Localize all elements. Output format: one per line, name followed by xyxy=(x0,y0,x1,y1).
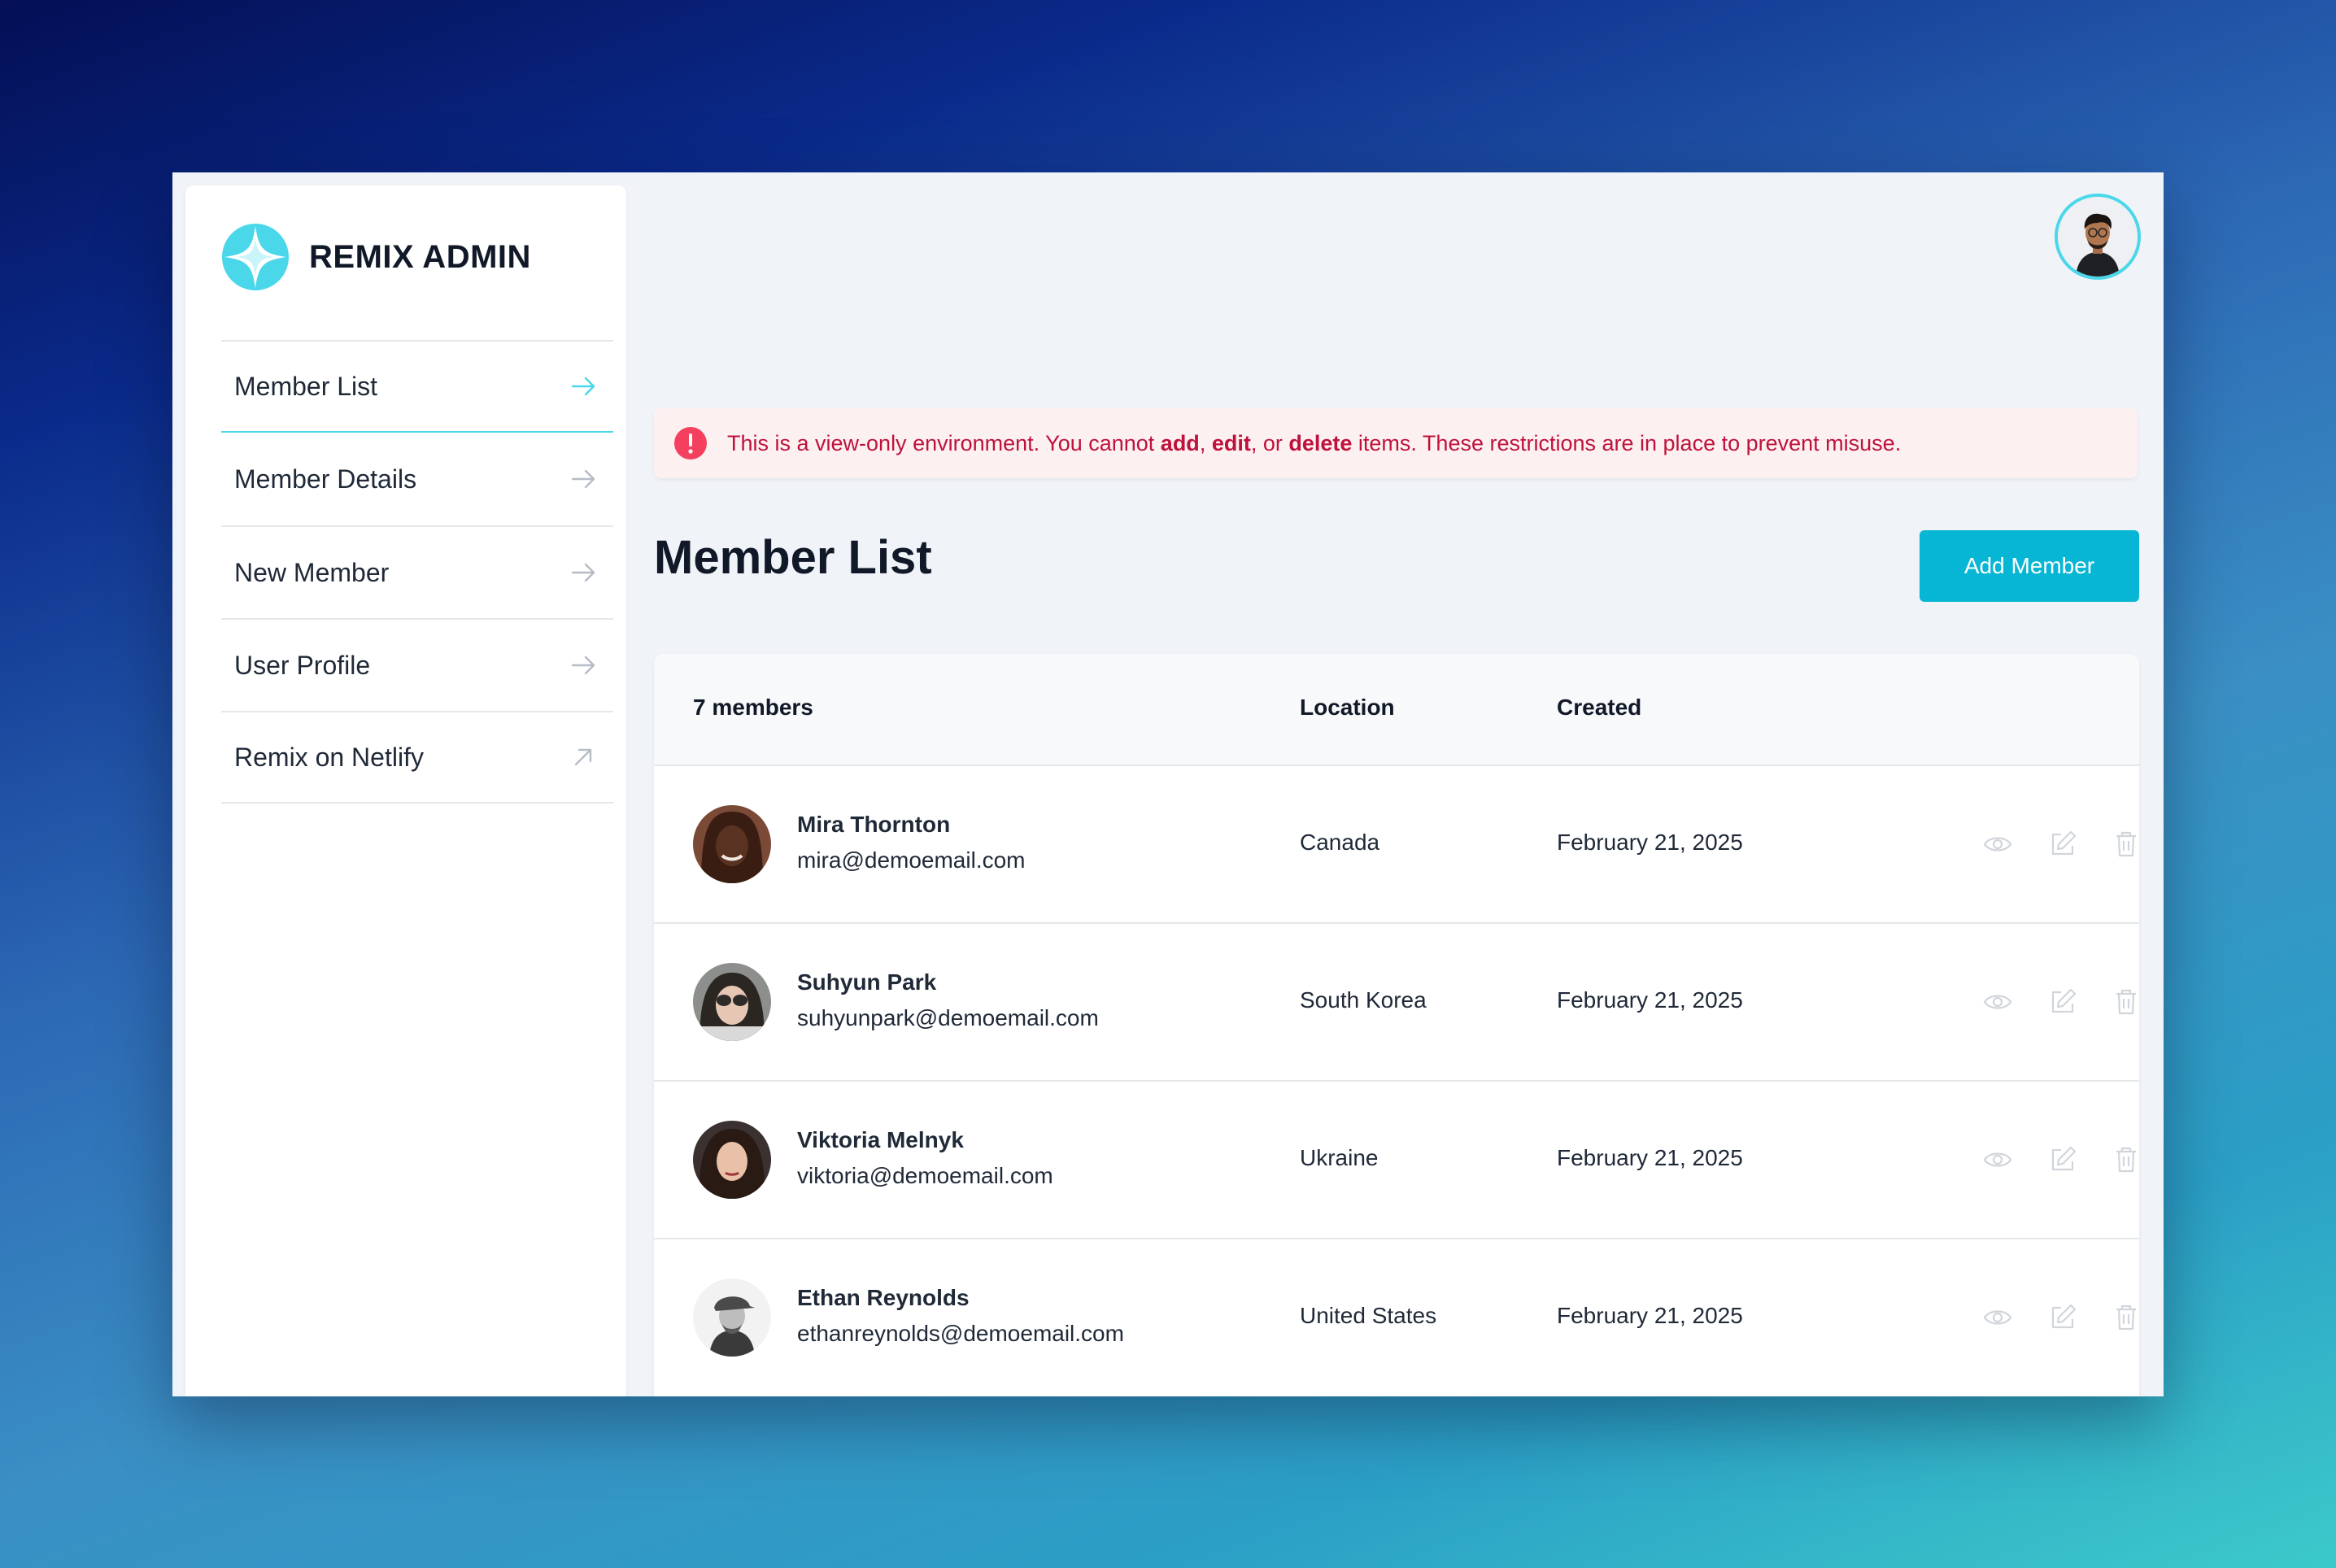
member-avatar xyxy=(693,1278,771,1357)
member-photo xyxy=(693,963,771,1041)
alert-keyword-delete: delete xyxy=(1288,430,1353,455)
alert-text-suffix: items. These restrictions are in place t… xyxy=(1352,430,1902,455)
member-photo xyxy=(693,1121,771,1199)
sidebar-item-member-list[interactable]: Member List xyxy=(221,340,613,433)
remix-logo-icon xyxy=(222,224,289,290)
view-only-alert: This is a view-only environment. You can… xyxy=(654,408,2138,478)
member-created-date: February 21, 2025 xyxy=(1557,1145,1743,1170)
delete-trash-icon[interactable] xyxy=(2110,986,2139,1018)
member-email: viktoria@demoemail.com xyxy=(797,1163,1053,1188)
view-eye-icon[interactable] xyxy=(1981,1301,2014,1334)
member-name: Ethan Reynolds xyxy=(797,1285,970,1310)
sidebar-item-member-details[interactable]: Member Details xyxy=(221,433,613,525)
sidebar-item-user-profile[interactable]: User Profile xyxy=(221,618,613,711)
member-photo xyxy=(693,1278,771,1357)
arrow-right-icon xyxy=(571,469,595,489)
alert-keyword-add: add xyxy=(1160,430,1200,455)
sidebar-item-new-member[interactable]: New Member xyxy=(221,525,613,618)
sidebar-item-label: Remix on Netlify xyxy=(234,742,424,772)
created-column-header: Created xyxy=(1557,695,1642,720)
member-created-date: February 21, 2025 xyxy=(1557,830,1743,855)
member-avatar xyxy=(693,1121,771,1199)
sidebar-item-label: User Profile xyxy=(234,650,371,680)
location-column-header: Location xyxy=(1300,695,1395,720)
sidebar-nav: Member List Member Details New Member Us… xyxy=(221,340,613,804)
alert-separator: , or xyxy=(1250,430,1289,455)
table-row[interactable]: Suhyun Park suhyunpark@demoemail.com Sou… xyxy=(654,922,2139,1080)
view-eye-icon[interactable] xyxy=(1981,828,2014,860)
member-location: South Korea xyxy=(1300,987,1427,1013)
member-name: Mira Thornton xyxy=(797,812,951,837)
sidebar: REMIX ADMIN Member List Member Details N… xyxy=(185,185,626,1396)
member-photo xyxy=(693,805,771,883)
delete-trash-icon[interactable] xyxy=(2110,1143,2139,1176)
sidebar-item-label: Member Details xyxy=(234,464,417,494)
member-email: suhyunpark@demoemail.com xyxy=(797,1005,1099,1030)
member-name: Viktoria Melnyk xyxy=(797,1127,964,1152)
table-row[interactable]: Ethan Reynolds ethanreynolds@demoemail.c… xyxy=(654,1238,2139,1396)
member-created-date: February 21, 2025 xyxy=(1557,987,1743,1013)
sidebar-item-label: New Member xyxy=(234,557,390,587)
table-row[interactable]: Viktoria Melnyk viktoria@demoemail.com U… xyxy=(654,1080,2139,1238)
alert-separator: , xyxy=(1199,430,1212,455)
edit-pencil-icon[interactable] xyxy=(2046,986,2079,1018)
exclamation-circle-icon xyxy=(674,427,707,460)
alert-keyword-edit: edit xyxy=(1211,430,1251,455)
arrow-right-icon xyxy=(571,563,595,582)
user-avatar[interactable] xyxy=(2055,194,2141,280)
edit-pencil-icon[interactable] xyxy=(2046,1301,2079,1334)
brand[interactable]: REMIX ADMIN xyxy=(221,223,531,291)
alert-message: This is a view-only environment. You can… xyxy=(727,431,1901,456)
sidebar-item-remix-on-netlify[interactable]: Remix on Netlify xyxy=(221,711,613,804)
member-count-header: 7 members xyxy=(693,695,813,720)
arrow-right-icon xyxy=(571,656,595,675)
member-location: United States xyxy=(1300,1303,1437,1328)
table-row[interactable]: Mira Thornton mira@demoemail.com Canada … xyxy=(654,764,2139,922)
arrow-right-icon xyxy=(571,377,595,396)
alert-text-prefix: This is a view-only environment. You can… xyxy=(727,430,1161,455)
view-eye-icon[interactable] xyxy=(1981,986,2014,1018)
edit-pencil-icon[interactable] xyxy=(2046,1143,2079,1176)
member-name: Suhyun Park xyxy=(797,969,937,995)
delete-trash-icon[interactable] xyxy=(2110,828,2139,860)
member-created-date: February 21, 2025 xyxy=(1557,1303,1743,1328)
sidebar-item-label: Member List xyxy=(234,371,378,401)
delete-trash-icon[interactable] xyxy=(2110,1301,2139,1334)
external-link-icon xyxy=(574,748,592,766)
member-location: Ukraine xyxy=(1300,1145,1379,1170)
edit-pencil-icon[interactable] xyxy=(2046,828,2079,860)
brand-name: REMIX ADMIN xyxy=(309,238,531,275)
member-avatar xyxy=(693,805,771,883)
table-header: 7 members Location Created xyxy=(654,654,2139,764)
member-table: 7 members Location Created Mira Thornton… xyxy=(654,654,2139,1396)
user-avatar-image xyxy=(2058,197,2138,277)
app-window: REMIX ADMIN Member List Member Details N… xyxy=(172,172,2164,1396)
page-title: Member List xyxy=(654,531,932,584)
view-eye-icon[interactable] xyxy=(1981,1143,2014,1176)
member-email: ethanreynolds@demoemail.com xyxy=(797,1321,1124,1346)
member-email: mira@demoemail.com xyxy=(797,847,1026,873)
member-avatar xyxy=(693,963,771,1041)
add-member-button[interactable]: Add Member xyxy=(1920,530,2139,602)
member-location: Canada xyxy=(1300,830,1380,855)
